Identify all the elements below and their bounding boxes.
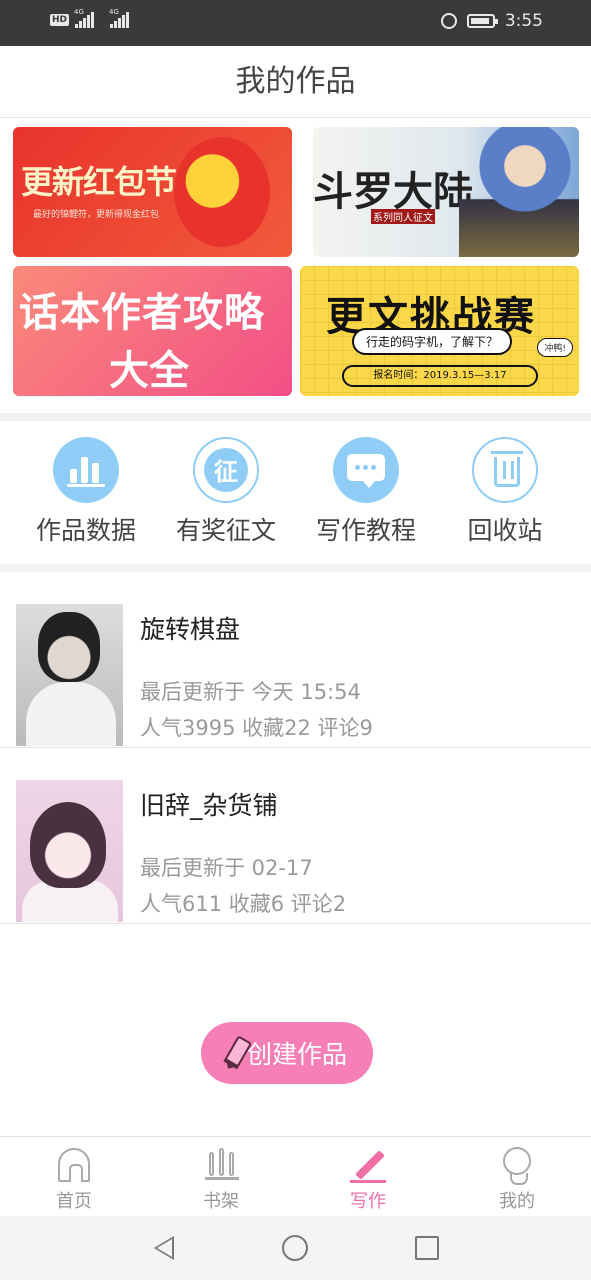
tool-contest[interactable]: 征 有奖征文 — [156, 437, 296, 547]
battery-icon — [466, 14, 498, 28]
work-title: 旧辞_杂货铺 — [140, 791, 278, 820]
tools-row: 作品数据 征 有奖征文 写作教程 回收站 — [0, 421, 591, 564]
alarm-icon — [440, 13, 457, 29]
banner-red-packet-title: 更新红包节 — [21, 163, 177, 201]
tab-bookshelf[interactable]: 书架 — [176, 1145, 266, 1213]
bookshelf-icon — [201, 1145, 241, 1183]
banner-challenge-pill: 行走的码字机，了解下？ — [352, 328, 513, 355]
anime-hero-image — [459, 127, 579, 257]
signal-icon: 4G — [74, 8, 95, 28]
work-item[interactable]: 旋转棋盘 最后更新于 今天 15:54 人气3995 收藏22 评论9 — [0, 572, 591, 748]
recent-apps-icon[interactable] — [415, 1236, 439, 1260]
contest-glyph: 征 — [204, 448, 248, 492]
koi-fish-image — [174, 137, 270, 247]
banner-grid: 更新红包节 最好的锦鲤符，更新得现金红包 斗罗大陆 系列同人征文 话本作者攻略 … — [0, 118, 591, 413]
create-work-label: 创建作品 — [246, 1040, 347, 1069]
divider — [0, 564, 591, 572]
banner-douluo-subtitle: 系列同人征文 — [371, 209, 435, 224]
signal-icon-2: 4G — [109, 8, 130, 28]
tab-write-label: 写作 — [350, 1191, 386, 1212]
tab-bookshelf-label: 书架 — [203, 1191, 239, 1212]
banner-author-guide[interactable]: 话本作者攻略 大全 — [13, 266, 292, 396]
tool-work-data-label: 作品数据 — [35, 516, 136, 545]
banner-author-guide-line2: 大全 — [109, 348, 189, 394]
status-bar: HD 4G 4G 3:55 — [0, 0, 591, 46]
tool-tutorial-label: 写作教程 — [315, 516, 416, 545]
network-type-2: 4G — [109, 8, 119, 16]
bottom-tab-bar: 首页 书架 写作 我的 — [0, 1136, 591, 1216]
banner-red-packet-subtitle: 最好的锦鲤符，更新得现金红包 — [33, 210, 160, 220]
clock: 3:55 — [504, 11, 543, 31]
work-updated: 最后更新于 02-17 — [140, 856, 313, 880]
work-cover-image — [16, 780, 123, 922]
banner-writing-challenge[interactable]: 更文挑战赛 行走的码字机，了解下？ 冲鸭! 报名时间：2019.3.15—3.1… — [300, 266, 579, 396]
contest-icon: 征 — [193, 437, 259, 503]
page-header: 我的作品 — [0, 46, 591, 118]
tab-write[interactable]: 写作 — [323, 1145, 413, 1213]
banner-red-packet[interactable]: 更新红包节 最好的锦鲤符，更新得现金红包 — [13, 127, 292, 257]
profile-icon — [497, 1145, 537, 1185]
network-type-1: 4G — [74, 8, 84, 16]
system-nav-bar — [0, 1216, 591, 1280]
tool-recycle-bin-label: 回收站 — [467, 516, 543, 545]
banner-challenge-date: 报名时间：2019.3.15—3.17 — [342, 365, 538, 387]
hd-indicator: HD — [50, 14, 70, 26]
work-cover-image — [16, 604, 123, 746]
tab-me[interactable]: 我的 — [472, 1145, 562, 1213]
divider — [0, 413, 591, 421]
work-stats: 人气611 收藏6 评论2 — [140, 892, 347, 916]
banner-douluo[interactable]: 斗罗大陆 系列同人征文 — [313, 127, 579, 257]
page-title: 我的作品 — [235, 64, 356, 99]
work-stats: 人气3995 收藏22 评论9 — [140, 716, 373, 740]
chat-icon — [333, 437, 399, 503]
tool-contest-label: 有奖征文 — [175, 516, 276, 545]
banner-challenge-badge: 冲鸭! — [537, 338, 573, 357]
back-icon[interactable] — [154, 1236, 174, 1260]
banner-author-guide-line1: 话本作者攻略 — [19, 290, 265, 336]
work-item[interactable]: 旧辞_杂货铺 最后更新于 02-17 人气611 收藏6 评论2 — [0, 748, 591, 924]
home-button-icon[interactable] — [282, 1235, 308, 1261]
pencil-icon — [220, 1034, 251, 1071]
tab-home[interactable]: 首页 — [29, 1145, 119, 1213]
create-work-button[interactable]: 创建作品 — [201, 1022, 373, 1084]
tab-me-label: 我的 — [499, 1191, 535, 1212]
chart-icon — [53, 437, 119, 503]
home-icon — [54, 1145, 94, 1183]
pen-icon — [348, 1145, 388, 1183]
work-title: 旋转棋盘 — [140, 615, 241, 644]
work-updated: 最后更新于 今天 15:54 — [140, 680, 361, 704]
trash-icon — [472, 437, 538, 503]
works-list: 旋转棋盘 最后更新于 今天 15:54 人气3995 收藏22 评论9 旧辞_杂… — [0, 572, 591, 924]
tool-recycle-bin[interactable]: 回收站 — [435, 437, 575, 547]
tab-home-label: 首页 — [56, 1191, 92, 1212]
tool-work-data[interactable]: 作品数据 — [16, 437, 156, 547]
tool-tutorial[interactable]: 写作教程 — [296, 437, 436, 547]
